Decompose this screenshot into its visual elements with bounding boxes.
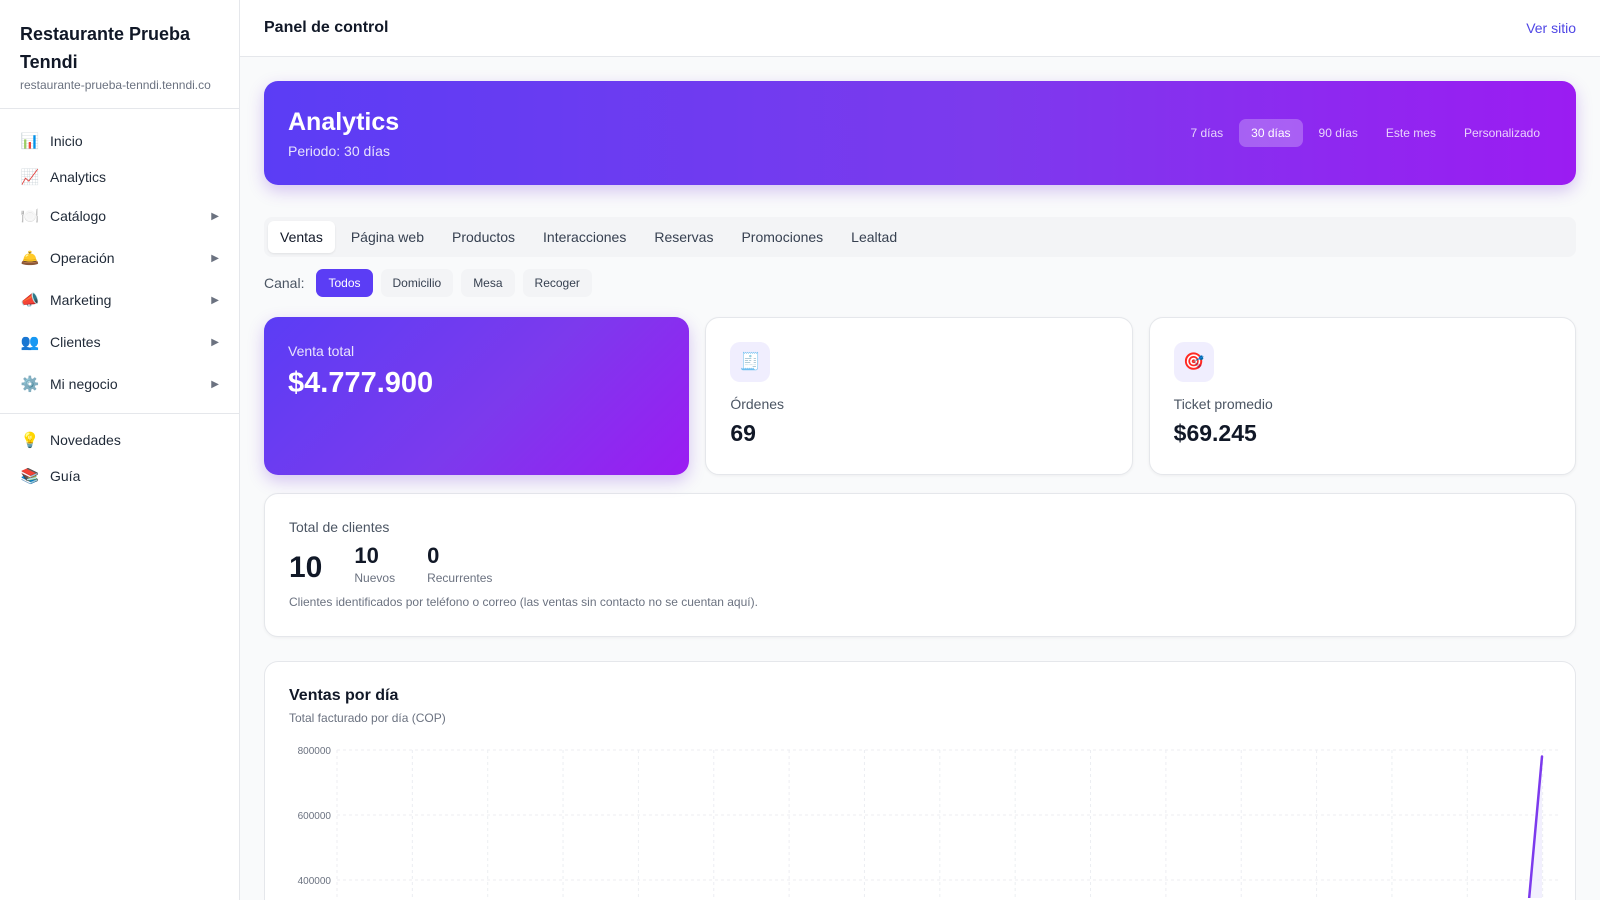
sidebar-item-guia[interactable]: 📚 Guía <box>0 458 239 494</box>
channel-filter: Canal: Todos Domicilio Mesa Recoger <box>264 269 1576 297</box>
sidebar-item-marketing[interactable]: 📣 Marketing ▶ <box>0 279 239 321</box>
users-icon: 👥 <box>20 334 40 351</box>
sidebar-item-label: Marketing <box>50 292 112 308</box>
kpi-value: 69 <box>730 420 756 446</box>
sidebar-item-clientes[interactable]: 👥 Clientes ▶ <box>0 321 239 363</box>
sidebar: Restaurante Prueba Tenndi restaurante-pr… <box>0 0 240 900</box>
brand-url: restaurante-prueba-tenndi.tenndi.co <box>20 78 211 92</box>
chevron-right-icon: ▶ <box>211 336 219 348</box>
date-range-selector: 7 días 30 días 90 días Este mes Personal… <box>1178 119 1552 147</box>
sidebar-item-label: Inicio <box>50 133 83 149</box>
chevron-right-icon: ▶ <box>211 210 219 222</box>
range-custom[interactable]: Personalizado <box>1452 119 1552 147</box>
clients-returning-label: Recurrentes <box>427 571 493 585</box>
y-tick-label: 800000 <box>298 746 332 757</box>
hero-title: Analytics <box>288 107 400 136</box>
sidebar-item-label: Guía <box>50 468 81 484</box>
range-30-days[interactable]: 30 días <box>1239 119 1303 147</box>
clients-returning: 0 Recurrentes <box>427 543 492 585</box>
clients-note: Clientes identificados por teléfono o co… <box>289 595 758 609</box>
view-site-link[interactable]: Ver sitio <box>1526 20 1576 36</box>
sidebar-item-label: Analytics <box>50 169 107 185</box>
analytics-hero: Analytics Periodo: 30 días 7 días 30 día… <box>264 81 1576 185</box>
top-bar: Panel de control Ver sitio <box>240 0 1600 57</box>
range-7-days[interactable]: 7 días <box>1178 119 1235 147</box>
chevron-right-icon: ▶ <box>211 252 219 264</box>
channel-domicilio[interactable]: Domicilio <box>380 269 454 297</box>
channel-mesa[interactable]: Mesa <box>461 269 515 297</box>
chevron-right-icon: ▶ <box>211 378 219 390</box>
plate-icon: 🍽️ <box>20 208 40 225</box>
sidebar-nav: 📊 Inicio 📈 Analytics 🍽️ Catálogo ▶ 🛎️ Op… <box>0 109 239 502</box>
sidebar-item-label: Mi negocio <box>50 376 118 392</box>
page-title: Panel de control <box>264 19 389 36</box>
tab-promociones[interactable]: Promociones <box>729 221 835 253</box>
clients-stats: 10 10 Nuevos 0 Recurrentes <box>289 543 1551 585</box>
sidebar-item-mi-negocio[interactable]: ⚙️ Mi negocio ▶ <box>0 363 239 405</box>
megaphone-icon: 📣 <box>20 292 40 309</box>
kpi-value: $69.245 <box>1173 420 1257 446</box>
sidebar-item-operacion[interactable]: 🛎️ Operación ▶ <box>0 237 239 279</box>
channel-label: Canal: <box>264 275 305 291</box>
main-content: Analytics Periodo: 30 días 7 días 30 día… <box>264 81 1576 900</box>
books-icon: 📚 <box>20 468 40 485</box>
sidebar-item-label: Clientes <box>50 334 101 350</box>
sidebar-item-label: Catálogo <box>50 208 107 224</box>
tab-ventas[interactable]: Ventas <box>268 221 335 253</box>
kpi-label: Órdenes <box>730 396 785 412</box>
kpi-row: Venta total $4.777.900 🧾 Órdenes 69 🎯 Ti… <box>264 317 1576 475</box>
sidebar-item-label: Novedades <box>50 432 121 448</box>
clients-total: 10 <box>289 551 323 584</box>
analytics-tabs: Ventas Página web Productos Interaccione… <box>264 217 1576 257</box>
kpi-orders: 🧾 Órdenes 69 <box>705 317 1133 475</box>
sidebar-item-analytics[interactable]: 📈 Analytics <box>0 159 239 195</box>
clients-returning-value: 0 <box>427 543 440 568</box>
y-tick-label: 600000 <box>298 811 332 822</box>
clients-new-value: 10 <box>354 543 379 568</box>
channel-todos[interactable]: Todos <box>316 269 373 297</box>
kpi-label: Ticket promedio <box>1173 396 1273 412</box>
service-bell-icon: 🛎️ <box>20 250 40 267</box>
tab-reservas[interactable]: Reservas <box>642 221 725 253</box>
hero-period: Periodo: 30 días <box>288 142 390 159</box>
clients-new-label: Nuevos <box>354 571 396 585</box>
range-90-days[interactable]: 90 días <box>1307 119 1370 147</box>
sidebar-item-novedades[interactable]: 💡 Novedades <box>0 422 239 458</box>
chevron-right-icon: ▶ <box>211 294 219 306</box>
tab-lealtad[interactable]: Lealtad <box>839 221 909 253</box>
hero-text: Analytics Periodo: 30 días <box>288 108 399 159</box>
sales-chart: 400000 600000 800000 <box>298 746 1561 898</box>
target-icon: 🎯 <box>1173 342 1214 382</box>
tab-pagina-web[interactable]: Página web <box>339 221 436 253</box>
clients-title: Total de clientes <box>289 519 390 535</box>
clients-new: 10 Nuevos <box>354 543 395 585</box>
kpi-label: Venta total <box>288 343 355 359</box>
sidebar-divider <box>0 413 239 414</box>
brand: Restaurante Prueba Tenndi restaurante-pr… <box>0 0 239 109</box>
kpi-total-sales: Venta total $4.777.900 <box>264 317 690 475</box>
channel-recoger[interactable]: Recoger <box>522 269 592 297</box>
tab-productos[interactable]: Productos <box>440 221 527 253</box>
kpi-value: $4.777.900 <box>288 367 434 399</box>
sidebar-item-catalogo[interactable]: 🍽️ Catálogo ▶ <box>0 195 239 237</box>
trend-chart-icon: 📈 <box>20 169 40 186</box>
bar-chart-icon: 📊 <box>20 133 40 150</box>
brand-name: Restaurante Prueba Tenndi <box>20 24 191 72</box>
tab-interacciones[interactable]: Interacciones <box>531 221 638 253</box>
clients-card: Total de clientes 10 10 Nuevos 0 Recurre… <box>264 493 1576 637</box>
sales-by-day-card: Ventas por día Total facturado por día (… <box>264 661 1576 900</box>
lightbulb-icon: 💡 <box>20 432 40 449</box>
sidebar-item-label: Operación <box>50 250 115 266</box>
receipt-icon: 🧾 <box>730 342 771 382</box>
range-this-month[interactable]: Este mes <box>1374 119 1448 147</box>
y-tick-label: 400000 <box>298 876 332 887</box>
sidebar-item-inicio[interactable]: 📊 Inicio <box>0 123 239 159</box>
gear-icon: ⚙️ <box>20 376 40 393</box>
kpi-avg-ticket: 🎯 Ticket promedio $69.245 <box>1148 317 1576 475</box>
